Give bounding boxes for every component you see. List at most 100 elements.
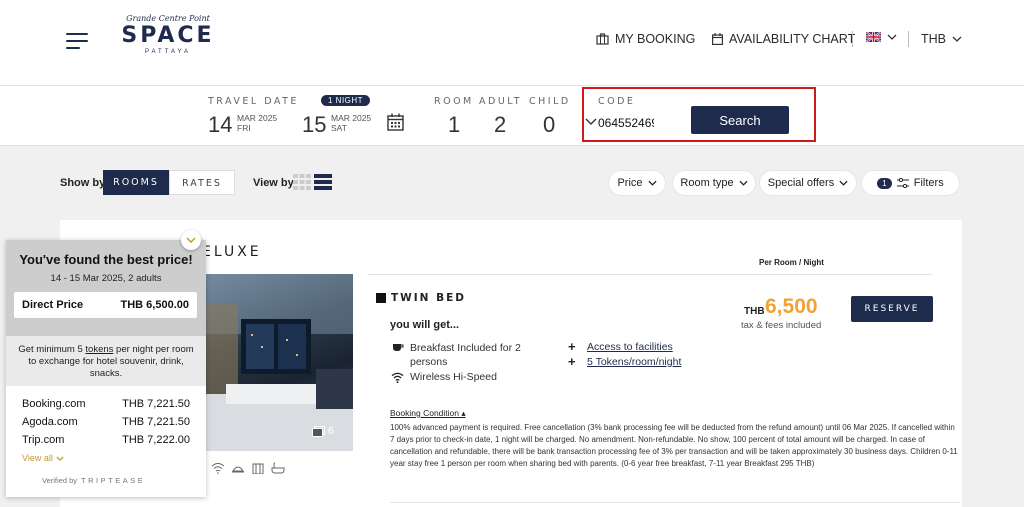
competitor-name: Booking.com	[22, 398, 86, 410]
filters-button[interactable]: 1 Filters	[862, 171, 959, 195]
competitor-row: Agoda.com THB 7,221.50	[22, 416, 190, 428]
widget-dates: 14 - 15 Mar 2025, 2 adults	[50, 273, 162, 284]
triptease-logo-text: TRIPTEASE	[81, 476, 146, 485]
price-currency: THB	[744, 306, 765, 317]
currency-selector[interactable]: THB	[921, 32, 962, 46]
sliders-icon	[896, 178, 909, 188]
room-amenities	[211, 462, 285, 474]
logo-main-text: SPACE	[121, 23, 215, 48]
checkout-month-year: MAR 2025	[331, 113, 372, 123]
booking-condition-toggle[interactable]: Booking Condition ▴	[390, 408, 466, 419]
top-header: Grande Centre Point SPACE PATTAYA MY BOO…	[0, 0, 1024, 86]
room-type-filter-dropdown[interactable]: Room type	[673, 171, 755, 195]
adult-count[interactable]: 2	[494, 112, 506, 138]
competitor-row: Trip.com THB 7,222.00	[22, 434, 190, 446]
checkin-weekday: FRI	[237, 123, 251, 133]
uk-flag-icon	[866, 32, 881, 42]
bed-icon	[376, 293, 386, 303]
list-view-icon[interactable]	[314, 174, 332, 190]
price-filter-dropdown[interactable]: Price	[609, 171, 665, 195]
perk-wifi: Wireless Hi-Speed	[410, 371, 497, 383]
child-count[interactable]: 0	[543, 112, 555, 138]
room-count[interactable]: 1	[448, 112, 460, 138]
logo-top-text: Grande Centre Point	[126, 14, 210, 23]
direct-price-value: THB 6,500.00	[120, 299, 189, 311]
child-label: CHILD	[529, 96, 571, 107]
room-service-icon	[232, 466, 244, 473]
calendar-picker-icon[interactable]	[387, 113, 404, 131]
my-booking-link[interactable]: MY BOOKING	[596, 32, 695, 46]
tokens-message-link[interactable]: tokens	[85, 344, 113, 355]
widget-title: You've found the best price!	[19, 252, 193, 267]
nav-divider	[852, 31, 853, 47]
verified-by: Verified by TRIPTEASE	[42, 476, 145, 485]
hotel-logo[interactable]: Grande Centre Point SPACE PATTAYA	[112, 14, 224, 66]
checkin-month-year: MAR 2025	[237, 113, 278, 123]
divider	[390, 502, 960, 503]
access-facilities-link[interactable]: Access to facilities	[587, 341, 673, 353]
chevron-down-icon	[739, 180, 748, 186]
tax-note: tax & fees included	[741, 320, 822, 331]
availability-chart-label: AVAILABILITY CHART	[729, 32, 856, 46]
rates-toggle[interactable]: RATES	[169, 170, 235, 195]
language-selector[interactable]	[866, 32, 897, 42]
verified-by-label: Verified by	[42, 476, 78, 485]
filters-count-badge: 1	[877, 177, 892, 189]
wifi-icon	[391, 372, 404, 383]
tokens-message: Get minimum 5 tokens per night per room …	[6, 336, 206, 386]
breakfast-icon	[393, 344, 404, 351]
chevron-down-icon	[887, 34, 897, 40]
competitor-price: THB 7,221.50	[122, 416, 190, 428]
competitor-price: THB 7,222.00	[122, 434, 190, 446]
rooms-toggle[interactable]: ROOMS	[103, 170, 169, 195]
chevron-down-icon	[56, 455, 64, 461]
view-all-link[interactable]: View all	[22, 453, 64, 463]
special-offers-filter-dropdown[interactable]: Special offers	[760, 171, 856, 195]
competitor-name: Trip.com	[22, 434, 65, 446]
adult-label: ADULT	[479, 96, 523, 107]
view-all-label: View all	[22, 453, 53, 463]
bed-type-heading: TWIN BED	[376, 292, 466, 304]
widget-header: You've found the best price! 14 - 15 Mar…	[6, 240, 206, 336]
plus-icon: +	[568, 354, 576, 369]
room-type-filter-label: Room type	[680, 177, 734, 189]
reserve-button[interactable]: RESERVE	[851, 296, 933, 322]
currency-label: THB	[921, 32, 946, 46]
plus-icon: +	[568, 339, 576, 354]
checkout-day[interactable]: 15	[302, 112, 326, 138]
chevron-down-icon	[647, 180, 657, 186]
room-title: ELUXE	[202, 244, 262, 260]
grid-view-icon[interactable]	[293, 174, 311, 190]
chevron-down-icon	[186, 237, 196, 243]
nights-badge: 1 NIGHT	[321, 95, 371, 106]
show-by-label: Show by	[60, 177, 106, 189]
logo-sub-text: PATTAYA	[144, 49, 192, 55]
you-will-get-label: you will get...	[390, 319, 460, 331]
competitor-row: Booking.com THB 7,221.50	[22, 398, 190, 410]
perk-breakfast: Breakfast Included for 2 persons	[410, 342, 521, 368]
room-label: ROOM	[434, 96, 474, 107]
view-by-label: View by	[253, 177, 294, 189]
direct-price-box: Direct Price THB 6,500.00	[14, 292, 197, 318]
widget-collapse-button[interactable]	[181, 230, 201, 250]
availability-chart-link[interactable]: AVAILABILITY CHART	[712, 32, 855, 46]
tokens-link[interactable]: 5 Tokens/room/night	[587, 356, 681, 368]
wifi-icon	[211, 463, 225, 474]
direct-price-label: Direct Price	[22, 299, 84, 311]
special-offers-filter-label: Special offers	[767, 177, 835, 189]
highlight-box	[582, 87, 816, 142]
bed-type-label: TWIN BED	[391, 292, 466, 304]
travel-date-label: TRAVEL DATE	[208, 96, 299, 107]
building-icon	[252, 463, 264, 474]
checkin-day[interactable]: 14	[208, 112, 232, 138]
bathtub-icon	[271, 462, 285, 474]
price-comparison-widget: You've found the best price! 14 - 15 Mar…	[6, 230, 206, 497]
photo-count[interactable]: 6	[312, 425, 334, 437]
chevron-down-icon	[952, 36, 962, 42]
hamburger-menu-icon[interactable]	[66, 33, 88, 49]
competitor-price: THB 7,221.50	[122, 398, 190, 410]
gallery-icon	[312, 425, 325, 437]
filters-label: Filters	[913, 177, 944, 189]
photo-count-value: 6	[328, 425, 335, 437]
briefcase-icon	[596, 33, 609, 45]
